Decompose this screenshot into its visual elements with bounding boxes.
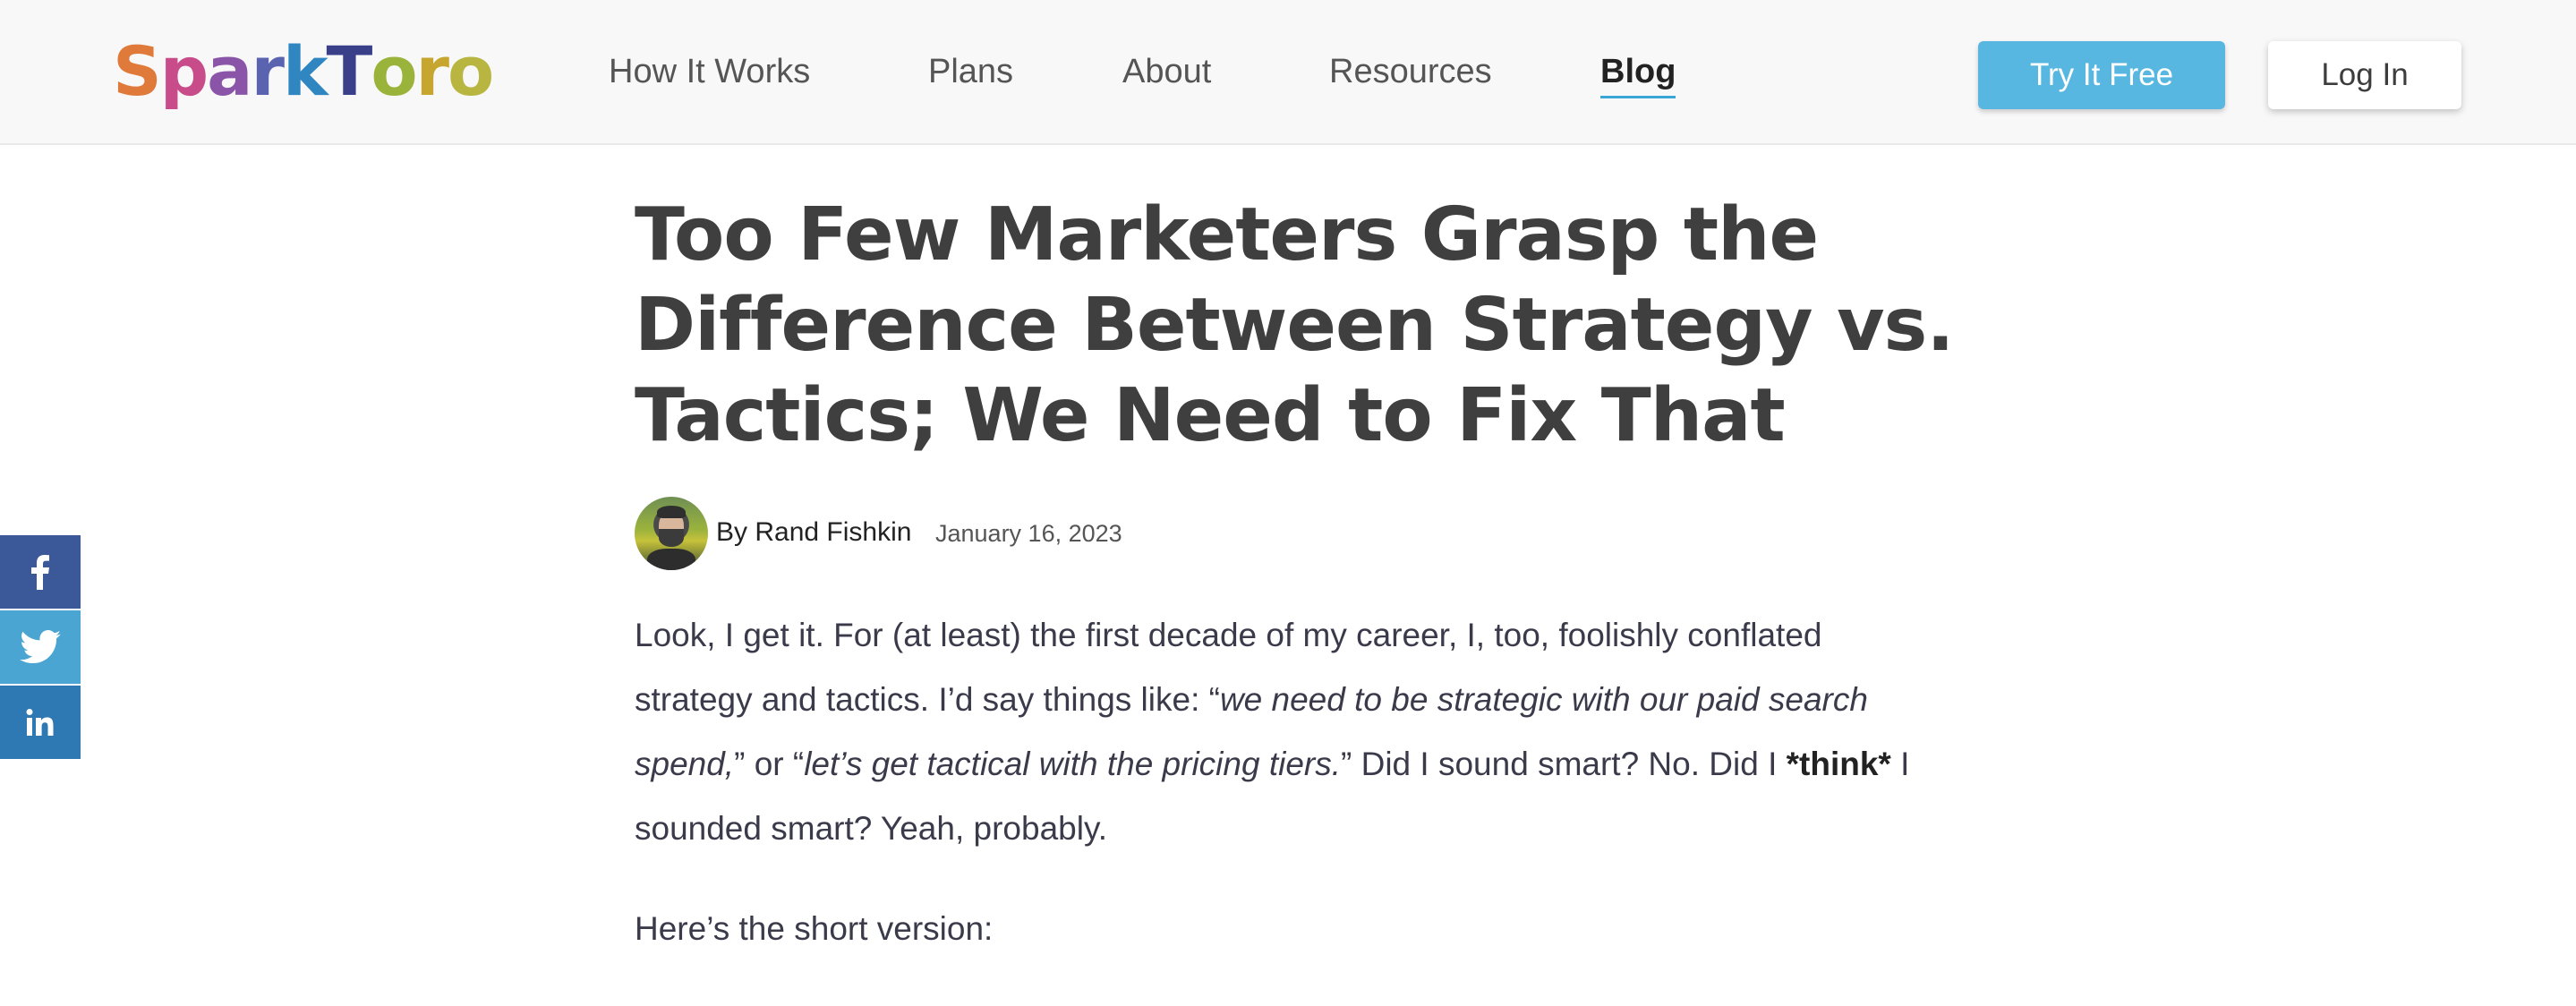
logo-letter: T bbox=[326, 31, 372, 111]
nav-plans[interactable]: Plans bbox=[928, 47, 1013, 97]
site-header: SparkToro How It Works Plans About Resou… bbox=[0, 0, 2576, 145]
text-run: I bbox=[1890, 746, 1910, 782]
paragraph-line: sounded smart? Yeah, probably. bbox=[635, 810, 1107, 847]
sparktoro-logo[interactable]: SparkToro bbox=[113, 27, 494, 116]
try-it-free-button[interactable]: Try It Free bbox=[1978, 41, 2225, 109]
post-date: January 16, 2023 bbox=[935, 520, 1122, 547]
author-byline: By Rand Fishkin bbox=[716, 513, 911, 552]
text-run: strategy and tactics. I’d say things lik… bbox=[635, 681, 1220, 718]
logo-letter: o bbox=[371, 31, 417, 111]
logo-letter: o bbox=[448, 31, 494, 111]
text-run: ” Did I sound smart? No. Did I bbox=[1341, 746, 1787, 782]
paragraph-line: spend,” or “let’s get tactical with the … bbox=[635, 732, 1923, 797]
italic-quote: let’s get tactical with the pricing tier… bbox=[804, 746, 1342, 782]
share-linkedin-button[interactable] bbox=[0, 686, 81, 759]
author-link[interactable]: Rand Fishkin bbox=[755, 517, 911, 547]
linkedin-icon bbox=[26, 709, 54, 736]
logo-letter: a bbox=[207, 31, 252, 111]
share-facebook-button[interactable] bbox=[0, 535, 81, 609]
nav-blog[interactable]: Blog bbox=[1600, 47, 1676, 98]
share-twitter-button[interactable] bbox=[0, 610, 81, 684]
italic-quote: spend, bbox=[635, 746, 735, 782]
author-avatar[interactable] bbox=[635, 497, 708, 570]
nav-resources[interactable]: Resources bbox=[1329, 47, 1492, 97]
logo-letter: r bbox=[415, 31, 450, 111]
short-version-paragraph: Here’s the short version: bbox=[635, 910, 994, 947]
title-line: Tactics; We Need to Fix That bbox=[635, 373, 1786, 458]
logo-letter: k bbox=[282, 31, 328, 111]
by-prefix: By bbox=[716, 517, 755, 547]
logo-letter: r bbox=[251, 31, 285, 111]
bold-emphasis: *think* bbox=[1786, 746, 1891, 782]
paragraph-line: Look, I get it. For (at least) the first… bbox=[635, 617, 1822, 653]
italic-quote: we need to be strategic with our paid se… bbox=[1219, 681, 1868, 718]
logo-letter: p bbox=[159, 31, 209, 111]
nav-about[interactable]: About bbox=[1122, 47, 1211, 97]
title-line: Difference Between Strategy vs. bbox=[635, 283, 1955, 368]
title-line: Too Few Marketers Grasp the bbox=[635, 192, 1819, 277]
intro-paragraph: Look, I get it. For (at least) the first… bbox=[635, 603, 1923, 861]
paragraph-line: strategy and tactics. I’d say things lik… bbox=[635, 668, 1923, 732]
logo-letter: S bbox=[113, 31, 162, 111]
log-in-button[interactable]: Log In bbox=[2268, 41, 2461, 109]
twitter-icon bbox=[20, 630, 61, 664]
facebook-icon bbox=[31, 555, 49, 590]
article-title: Too Few Marketers Grasp the Difference B… bbox=[635, 190, 1959, 461]
nav-how-it-works[interactable]: How It Works bbox=[609, 47, 810, 97]
text-run: ” or “ bbox=[734, 746, 805, 782]
